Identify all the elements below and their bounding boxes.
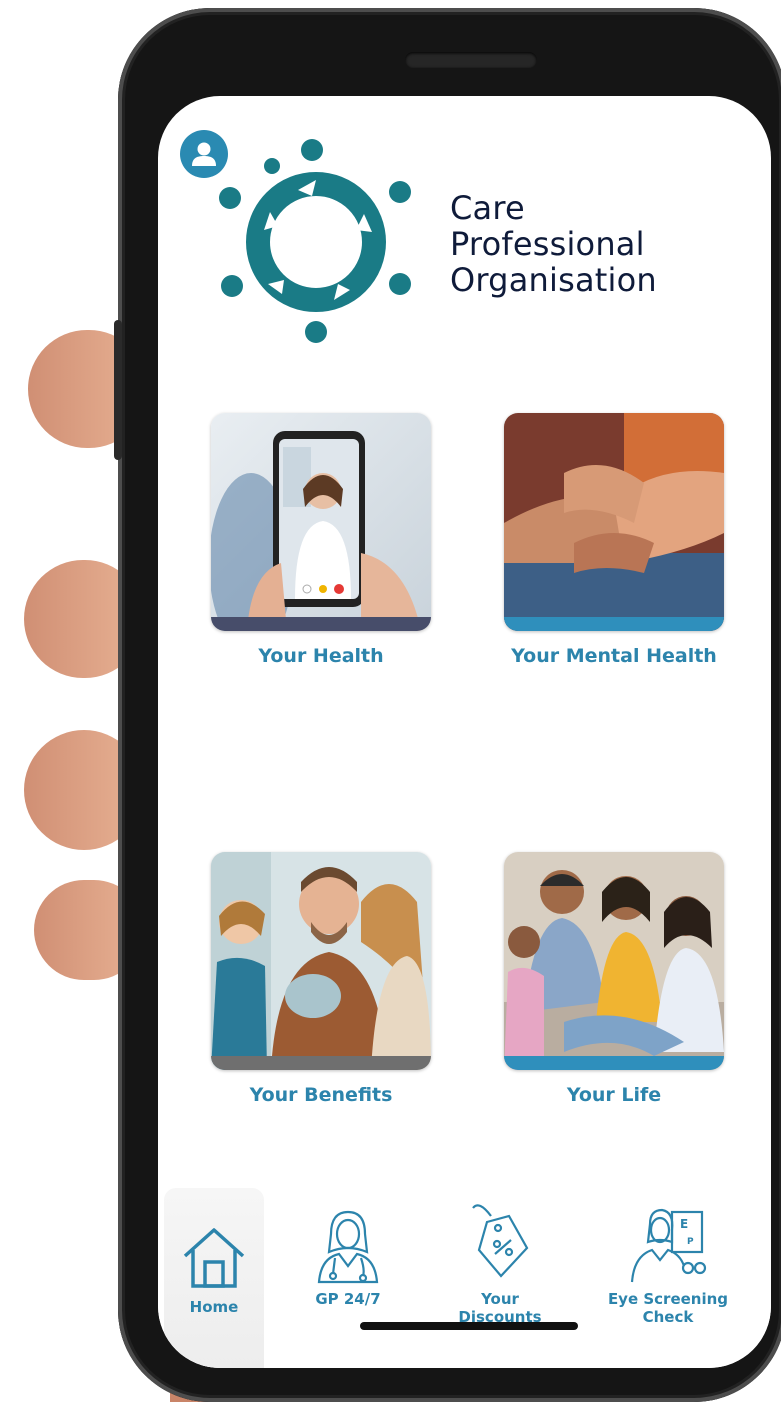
tab-discounts[interactable]: Your Discounts (452, 1202, 548, 1326)
people-circle-logo (219, 139, 411, 343)
optician-icon: E P (630, 1208, 707, 1283)
bottom-tab-bar: Home GP 24/7 Your Discounts E P Eye Scre… (158, 1188, 771, 1368)
tab-eye-screening[interactable]: E P Eye Screening Check (596, 1204, 740, 1326)
family-on-sofa-photo (504, 852, 724, 1070)
phone-side-button (114, 320, 122, 460)
tab-label: Home (189, 1298, 239, 1316)
org-name-line-3: Organisation (450, 261, 657, 299)
svg-text:P: P (687, 1237, 694, 1247)
org-name-line-1: Care (450, 189, 525, 227)
phone-speaker (405, 52, 537, 68)
tab-gp[interactable]: GP 24/7 (300, 1204, 396, 1308)
tile-your-health[interactable]: Your Health (211, 413, 431, 667)
doctor-icon (317, 1210, 379, 1284)
tile-your-benefits[interactable]: Your Benefits (211, 852, 431, 1106)
tile-label: Your Life (566, 1084, 662, 1106)
tab-label: GP 24/7 (315, 1290, 381, 1308)
house-icon (183, 1228, 245, 1288)
family-piggy-bank-photo (211, 852, 431, 1070)
user-profile-icon (192, 142, 216, 166)
org-name-line-2: Professional (450, 225, 645, 263)
holding-hands-photo (504, 413, 724, 631)
tab-home[interactable]: Home (172, 1222, 256, 1316)
tile-label: Your Mental Health (511, 645, 717, 667)
video-call-doctor-photo (211, 413, 431, 631)
home-indicator[interactable] (360, 1322, 578, 1330)
tab-label: Eye Screening Check (607, 1290, 729, 1326)
price-tag-icon (472, 1204, 529, 1278)
tile-your-mental-health[interactable]: Your Mental Health (504, 413, 724, 667)
tile-your-life[interactable]: Your Life (504, 852, 724, 1106)
tab-label: Your Discounts (458, 1290, 542, 1326)
app-screen: Care Professional Organisation Your Heal… (158, 96, 771, 1368)
tile-label: Your Health (258, 645, 384, 667)
tile-label: Your Benefits (249, 1084, 393, 1106)
svg-text:E: E (680, 1217, 688, 1231)
organisation-name: Care Professional Organisation (450, 190, 750, 298)
